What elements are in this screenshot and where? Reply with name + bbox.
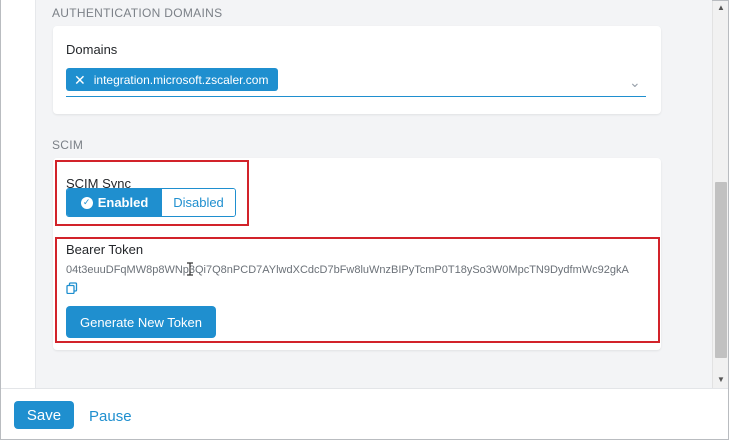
domains-card: Domains ✕ integration.microsoft.zscaler.… (53, 26, 661, 114)
close-icon[interactable]: ✕ (74, 73, 86, 87)
save-button[interactable]: Save (14, 401, 74, 429)
domains-input-underline[interactable] (66, 96, 646, 97)
scroll-up-arrow-icon[interactable]: ▲ (717, 3, 725, 12)
vertical-scrollbar[interactable]: ▲ ▼ (712, 1, 728, 388)
domain-chip: ✕ integration.microsoft.zscaler.com (66, 68, 279, 91)
domains-label: Domains (66, 42, 118, 57)
domain-chip-label: integration.microsoft.zscaler.com (93, 72, 269, 87)
scim-sync-highlight-box (55, 160, 249, 226)
pause-link[interactable]: Pause (89, 408, 132, 425)
left-gutter (1, 0, 36, 388)
chevron-down-icon[interactable]: ⌄ (629, 74, 641, 91)
scim-heading: SCIM (52, 138, 84, 152)
scroll-thumb[interactable] (715, 182, 727, 358)
bearer-token-highlight-box (55, 237, 660, 343)
auth-domains-heading: AUTHENTICATION DOMAINS (52, 6, 223, 20)
footer-bar: Save Pause (1, 388, 728, 439)
scroll-down-arrow-icon[interactable]: ▼ (717, 375, 725, 384)
